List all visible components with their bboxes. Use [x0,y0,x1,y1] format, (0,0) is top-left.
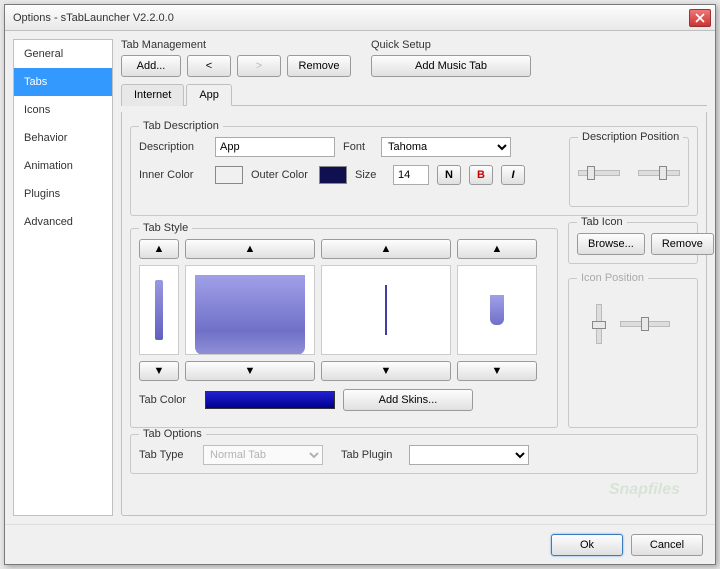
sidebar-item-icons[interactable]: Icons [14,96,112,124]
tab-icon-legend: Tab Icon [577,216,627,228]
icon-position-fieldset: Icon Position [568,278,698,428]
caret-down-icon: ▼ [381,365,392,377]
caret-down-icon: ▼ [154,365,165,377]
close-icon [695,13,705,23]
tab-app[interactable]: App [186,84,232,106]
content: General Tabs Icons Behavior Animation Pl… [5,31,715,524]
titlebar: Options - sTabLauncher V2.2.0.0 [5,5,715,31]
style-up-4[interactable]: ▲ [457,239,537,259]
icon-pos-hslider[interactable] [620,321,670,327]
font-select[interactable]: Tahoma [381,137,511,157]
italic-style-button[interactable]: I [501,165,525,185]
caret-up-icon: ▲ [381,243,392,255]
style-preview-2[interactable] [185,265,315,355]
style-up-3[interactable]: ▲ [321,239,451,259]
style-down-4[interactable]: ▼ [457,361,537,381]
sidebar: General Tabs Icons Behavior Animation Pl… [13,39,113,516]
tab-description-legend: Tab Description [139,120,223,132]
description-input[interactable] [215,137,335,157]
caret-down-icon: ▼ [245,365,256,377]
normal-style-button[interactable]: N [437,165,461,185]
tab-plugin-select[interactable] [409,445,529,465]
sidebar-item-general[interactable]: General [14,40,112,68]
options-window: Options - sTabLauncher V2.2.0.0 General … [4,4,716,565]
sidebar-item-behavior[interactable]: Behavior [14,124,112,152]
icon-pos-vslider[interactable] [596,304,602,344]
tab-type-label: Tab Type [139,449,195,461]
style-up-1[interactable]: ▲ [139,239,179,259]
caret-up-icon: ▲ [492,243,503,255]
caret-up-icon: ▲ [245,243,256,255]
desc-pos-hslider[interactable] [578,170,620,176]
quick-setup-group: Quick Setup Add Music Tab [371,39,531,77]
tab-icon-fieldset: Tab Icon Browse... Remove [568,222,698,264]
icon-position-legend: Icon Position [577,272,648,284]
description-label: Description [139,141,207,153]
style-preview-4[interactable] [457,265,537,355]
quick-setup-label: Quick Setup [371,39,531,51]
style-up-2[interactable]: ▲ [185,239,315,259]
footer: Ok Cancel [5,524,715,564]
inner-color-swatch[interactable] [215,166,243,184]
style-preview-1[interactable] [139,265,179,355]
outer-color-swatch[interactable] [319,166,347,184]
style-down-1[interactable]: ▼ [139,361,179,381]
tab-management-label: Tab Management [121,39,351,51]
browse-button[interactable]: Browse... [577,233,645,255]
sidebar-item-plugins[interactable]: Plugins [14,180,112,208]
main-panel: Tab Management Add... < > Remove Quick S… [121,39,707,516]
bold-style-button[interactable]: B [469,165,493,185]
font-label: Font [343,141,373,153]
tab-color-label: Tab Color [139,394,197,406]
caret-down-icon: ▼ [492,365,503,377]
tab-management-group: Tab Management Add... < > Remove [121,39,351,77]
tab-color-swatch[interactable] [205,391,335,409]
tab-panel: Tab Description Description Font Tahoma … [121,112,707,516]
inner-tab-strip: Internet App [121,83,707,106]
close-button[interactable] [689,9,711,27]
tab-options-legend: Tab Options [139,428,206,440]
tab-plugin-label: Tab Plugin [341,449,401,461]
size-input[interactable] [393,165,429,185]
tab-options-fieldset: Tab Options Tab Type Normal Tab Tab Plug… [130,434,698,474]
tab-style-fieldset: Tab Style ▲ ▲ ▲ ▲ ▼ ▼ ▼ [130,228,558,428]
description-position-fieldset: Description Position [569,137,689,207]
cancel-button[interactable]: Cancel [631,534,703,556]
sidebar-item-advanced[interactable]: Advanced [14,208,112,236]
size-label: Size [355,169,385,181]
desc-pos-hslider2[interactable] [638,170,680,176]
ok-button[interactable]: Ok [551,534,623,556]
add-music-tab-button[interactable]: Add Music Tab [371,55,531,77]
tab-internet[interactable]: Internet [121,84,184,106]
tab-description-fieldset: Tab Description Description Font Tahoma … [130,126,698,216]
sidebar-item-tabs[interactable]: Tabs [14,68,112,96]
outer-color-label: Outer Color [251,169,311,181]
prev-button[interactable]: < [187,55,231,77]
remove-button[interactable]: Remove [287,55,351,77]
style-down-2[interactable]: ▼ [185,361,315,381]
icon-remove-button[interactable]: Remove [651,233,714,255]
window-title: Options - sTabLauncher V2.2.0.0 [9,12,689,24]
tab-style-legend: Tab Style [139,222,192,234]
style-down-3[interactable]: ▼ [321,361,451,381]
sidebar-item-animation[interactable]: Animation [14,152,112,180]
add-button[interactable]: Add... [121,55,181,77]
top-row: Tab Management Add... < > Remove Quick S… [121,39,707,77]
tab-type-select: Normal Tab [203,445,323,465]
caret-up-icon: ▲ [154,243,165,255]
add-skins-button[interactable]: Add Skins... [343,389,473,411]
inner-color-label: Inner Color [139,169,207,181]
style-preview-3[interactable] [321,265,451,355]
description-position-legend: Description Position [578,131,683,143]
next-button[interactable]: > [237,55,281,77]
